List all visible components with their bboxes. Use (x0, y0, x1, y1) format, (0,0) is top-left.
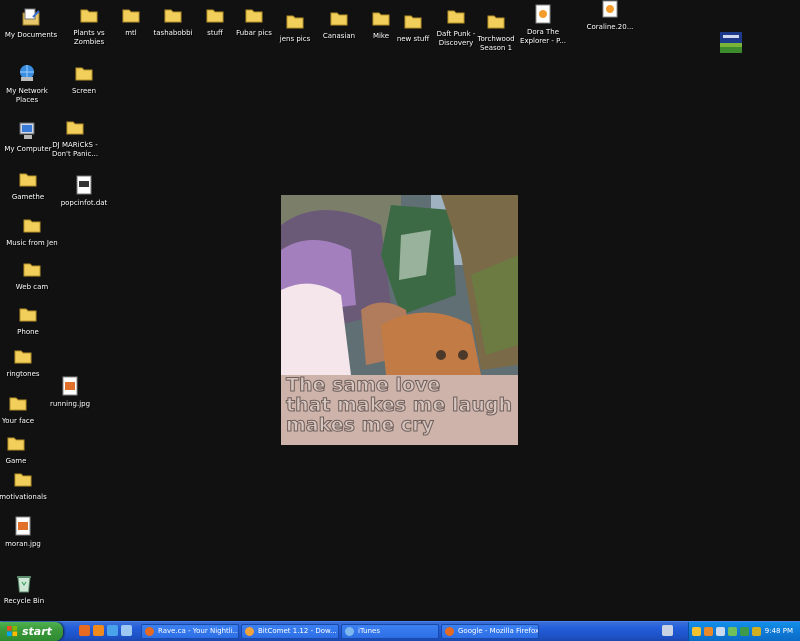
desktop-icon-label: Dora The Explorer - P... (520, 28, 566, 45)
desktop-icon-moran-jpg[interactable]: moran.jpg (0, 515, 54, 549)
video-file-icon (532, 3, 554, 25)
desktop-icon-motivationals[interactable]: motivationals (0, 468, 54, 502)
itunes-icon (345, 627, 354, 636)
security-tray-icon[interactable] (692, 627, 701, 636)
bitcomet-icon (245, 627, 254, 636)
folder-icon (12, 468, 34, 490)
desktop-icon-ringtones[interactable]: ringtones (0, 345, 54, 379)
caption-line-3: makes me cry (286, 414, 435, 436)
folder-icon (485, 10, 507, 32)
calendar-tray-icon[interactable] (752, 627, 761, 636)
language-bar-icon[interactable] (662, 625, 673, 636)
desktop-icon-my-network-places[interactable]: My Network Places (0, 62, 58, 105)
video-file-icon (599, 0, 621, 20)
system-tray: 9:48 PM (688, 622, 800, 641)
desktop-icon-phone[interactable]: Phone (0, 303, 59, 337)
firefox-quicklaunch-icon[interactable] (79, 625, 90, 636)
folder-icon (73, 62, 95, 84)
desktop-icon-running-jpg[interactable]: running.jpg (39, 375, 101, 409)
desktop-icon-game[interactable]: Game (0, 432, 47, 466)
desktop-icon-gamethe[interactable]: Gamethe (0, 168, 59, 202)
vlc-quicklaunch-icon[interactable] (93, 625, 104, 636)
desktop-icon-label: motivationals (0, 493, 47, 501)
start-button[interactable]: start (0, 622, 63, 641)
desktop-icon-label: My Documents (4, 31, 58, 39)
taskbar: start Rave.ca - Your Nightli... BitComet… (0, 621, 800, 641)
desktop-icon-music-from-jen[interactable]: Music from Jen (1, 214, 63, 248)
taskbar-item-bitcomet[interactable]: BitComet 1.12 - Dow... (241, 624, 339, 639)
clock[interactable]: 9:48 PM (765, 622, 793, 641)
desktop-icon-popcinfot-dat[interactable]: popcinfot.dat (53, 174, 115, 208)
show-desktop-icon[interactable] (121, 625, 132, 636)
folder-icon (12, 345, 34, 367)
firefox-icon (445, 627, 454, 636)
start-label: start (22, 625, 52, 638)
folder-icon (162, 4, 184, 26)
desktop-icon-label: Web cam (15, 283, 49, 291)
desktop-icon-label: DJ MARiCkS - Don't Panic... (51, 141, 99, 158)
my-documents-icon (20, 6, 42, 28)
desktop-icon-dora-the-explorer[interactable]: Dora The Explorer - P... (512, 3, 574, 46)
recycle-bin-icon (13, 572, 35, 594)
desktop-icon-label: Screen (71, 87, 97, 95)
folder-icon (328, 7, 350, 29)
taskbar-item-label: Google - Mozilla Firefox (458, 627, 539, 635)
windows-logo-icon (7, 626, 18, 637)
update-tray-icon[interactable] (728, 627, 737, 636)
desktop: My Documents My Network Places My Comput… (0, 0, 800, 621)
desktop-icon-web-cam[interactable]: Web cam (1, 258, 63, 292)
folder-icon (445, 5, 467, 27)
desktop-icon-label: popcinfot.dat (60, 199, 108, 207)
computer-icon (17, 120, 39, 142)
ie-quicklaunch-icon[interactable] (107, 625, 118, 636)
desktop-icon-coraline[interactable]: Coraline.20... (579, 0, 641, 32)
desktop-icon-label: Phone (17, 328, 39, 336)
image-file-icon (59, 375, 81, 397)
desktop-icon-label: Music from Jen (6, 239, 58, 247)
firefox-tray-icon[interactable] (704, 627, 713, 636)
desktop-icon-label: My Network Places (6, 87, 48, 104)
safely-remove-tray-icon[interactable] (740, 627, 749, 636)
caption-line-2: that makes me laugh (286, 394, 513, 416)
wallpaper-collage: The same love that makes me laugh makes … (281, 195, 518, 445)
desktop-icon-dj-marickS[interactable]: DJ MARiCkS - Don't Panic... (44, 116, 106, 159)
folder-icon (21, 214, 43, 236)
folder-icon (7, 392, 29, 414)
desktop-icon-label: Gamethe (11, 193, 45, 201)
file-icon (73, 174, 95, 196)
caption-line-1: The same love (286, 374, 441, 396)
desktop-icon-screen[interactable]: Screen (53, 62, 115, 96)
folder-icon (402, 10, 424, 32)
taskbar-item-itunes[interactable]: iTunes (341, 624, 439, 639)
desktop-icon-label: Recycle Bin (3, 597, 45, 605)
desktop-icon-my-documents[interactable]: My Documents (0, 6, 62, 40)
folder-icon (17, 303, 39, 325)
desktop-icon-label: running.jpg (49, 400, 91, 408)
folder-icon (5, 432, 27, 454)
folder-icon (64, 116, 86, 138)
firefox-icon (145, 627, 154, 636)
folder-icon (120, 4, 142, 26)
desktop-icon-label: moran.jpg (5, 540, 41, 548)
desktop-icon-recycle-bin[interactable]: Recycle Bin (0, 572, 55, 606)
desktop-icon-label: Game (5, 457, 27, 465)
folder-icon (17, 168, 39, 190)
desktop-icon-label: Coraline.20... (586, 23, 634, 31)
desktop-icon-label: Your face (1, 417, 35, 425)
folder-icon (284, 10, 306, 32)
folder-icon (21, 258, 43, 280)
image-file-icon (12, 515, 34, 537)
taskbar-item-rave[interactable]: Rave.ca - Your Nightli... (141, 624, 239, 639)
taskbar-item-label: BitComet 1.12 - Dow... (258, 627, 337, 635)
taskbar-item-google-firefox[interactable]: Google - Mozilla Firefox (441, 624, 539, 639)
taskbar-item-label: iTunes (358, 627, 380, 635)
folder-icon (78, 4, 100, 26)
taskbar-item-label: Rave.ca - Your Nightli... (158, 627, 239, 635)
network-icon (16, 62, 38, 84)
network-tray-icon[interactable] (716, 627, 725, 636)
desktop-thumbnail-icon[interactable] (720, 32, 742, 53)
wallpaper-caption: The same love that makes me laugh makes … (281, 375, 518, 445)
folder-icon (243, 4, 265, 26)
